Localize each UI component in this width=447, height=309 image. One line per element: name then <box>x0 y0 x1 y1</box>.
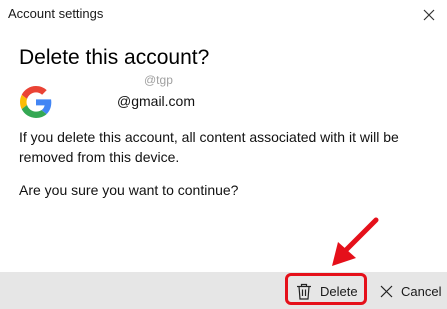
delete-button-label: Delete <box>320 283 358 299</box>
red-arrow-annotation <box>332 217 379 266</box>
cancel-button-label: Cancel <box>401 283 442 299</box>
watermark-text: @tgp <box>144 73 173 87</box>
account-email: @gmail.com <box>117 93 196 109</box>
confirm-question: Are you sure you want to continue? <box>19 182 239 198</box>
dialog-heading: Delete this account? <box>19 46 210 69</box>
window-title: Account settings <box>8 6 104 21</box>
title-bar: Account settings <box>0 0 447 30</box>
close-button[interactable] <box>417 3 441 27</box>
close-icon <box>380 285 393 297</box>
delete-button[interactable]: Delete <box>296 280 358 302</box>
cancel-button[interactable]: Cancel <box>380 280 441 302</box>
trash-icon <box>297 283 311 300</box>
close-icon <box>423 9 435 21</box>
account-settings-window: Account settings Delete this account? @t… <box>0 0 447 309</box>
dialog-footer: Delete Cancel <box>0 272 447 309</box>
delete-warning-message: If you delete this account, all content … <box>19 129 399 165</box>
google-g-icon <box>20 86 52 118</box>
